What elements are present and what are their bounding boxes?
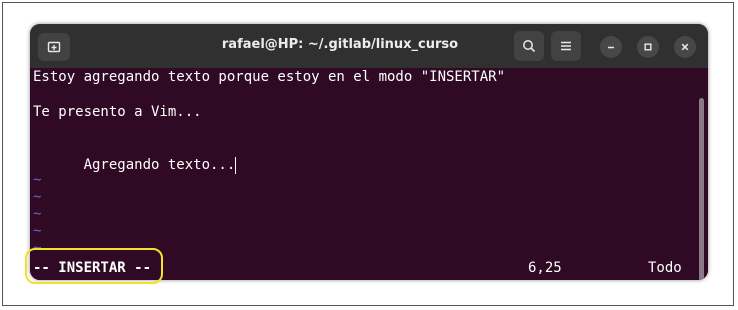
empty-line-tilde: ~ bbox=[33, 189, 42, 205]
text-line: Te presento a Vim... bbox=[33, 104, 202, 120]
scroll-position: Todo bbox=[648, 260, 682, 276]
scrollbar[interactable] bbox=[699, 98, 704, 280]
minimize-icon bbox=[608, 46, 614, 49]
empty-line-tilde: ~ bbox=[33, 206, 42, 222]
menu-button[interactable] bbox=[551, 31, 581, 61]
close-icon bbox=[681, 43, 689, 51]
new-tab-button[interactable] bbox=[38, 33, 70, 61]
maximize-icon bbox=[644, 43, 652, 51]
text-cursor bbox=[235, 157, 237, 174]
mode-highlight-annotation bbox=[25, 248, 163, 284]
title-bar: rafael@HP: ~/.gitlab/linux_curso bbox=[30, 24, 708, 68]
new-tab-icon bbox=[47, 41, 61, 53]
window-title: rafael@HP: ~/.gitlab/linux_curso bbox=[221, 37, 459, 52]
cursor-position: 6,25 bbox=[528, 260, 562, 276]
minimize-button[interactable] bbox=[600, 36, 622, 58]
search-icon bbox=[523, 40, 536, 53]
terminal-window: rafael@HP: ~/.gitlab/linux_curso Estoy a… bbox=[30, 24, 708, 280]
search-button[interactable] bbox=[514, 31, 544, 61]
empty-line-tilde: ~ bbox=[33, 172, 42, 188]
text-line: Agregando texto... bbox=[33, 157, 236, 173]
maximize-button[interactable] bbox=[637, 36, 659, 58]
hamburger-menu-icon bbox=[561, 41, 571, 51]
text-line: Estoy agregando texto porque estoy en el… bbox=[33, 69, 506, 85]
close-button[interactable] bbox=[674, 36, 696, 58]
text-line-with-cursor: Agregando texto... bbox=[33, 157, 237, 174]
empty-line-tilde: ~ bbox=[33, 223, 42, 239]
